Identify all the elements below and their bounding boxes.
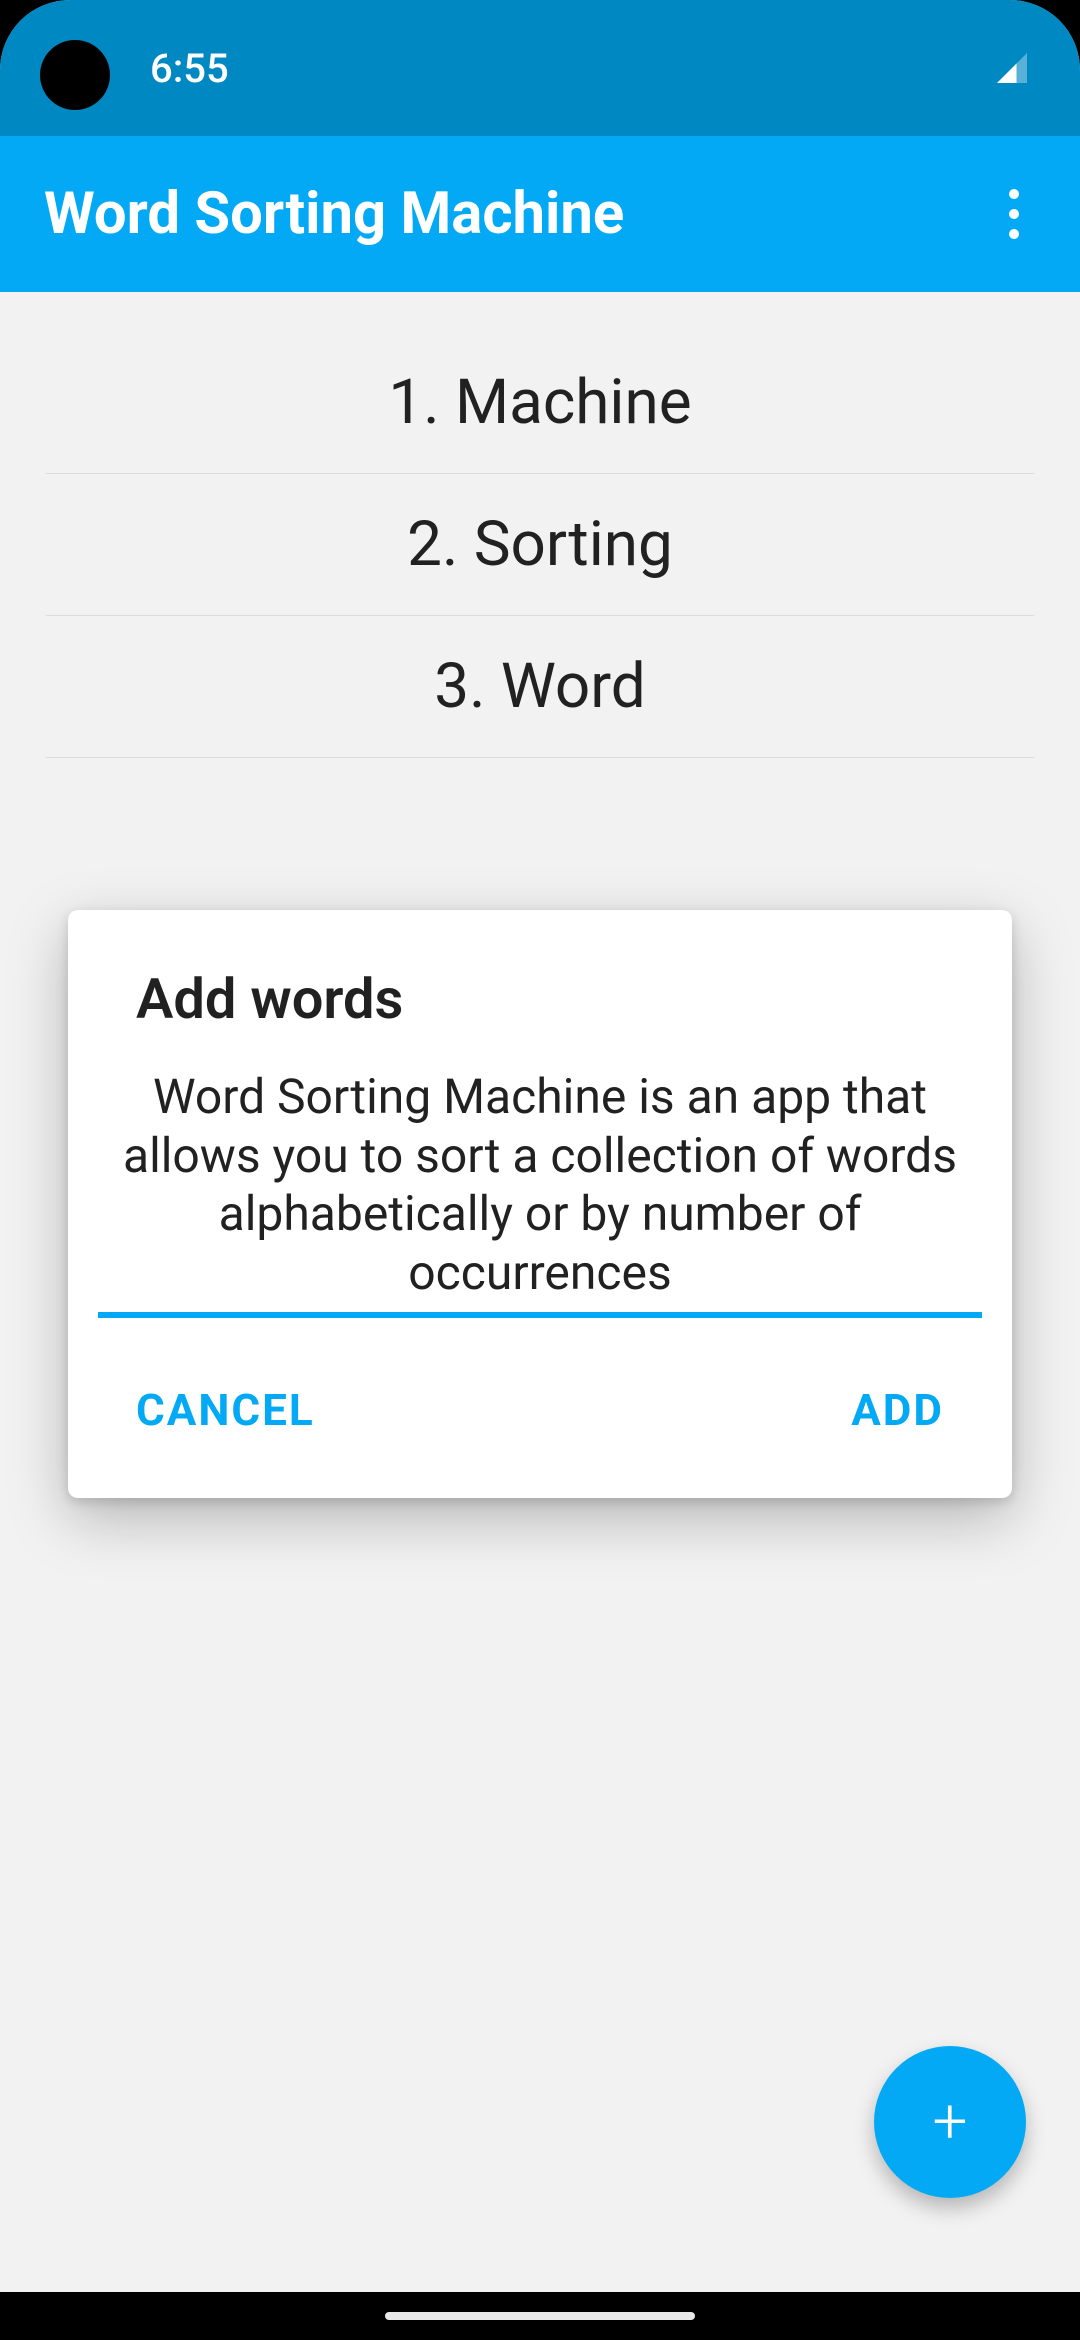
- dialog-actions: CANCEL ADD: [68, 1322, 1012, 1470]
- add-words-dialog: Add words CANCEL ADD: [68, 910, 1012, 1498]
- add-fab[interactable]: +: [874, 2046, 1026, 2198]
- home-handle[interactable]: [385, 2312, 695, 2320]
- navigation-bar: [0, 2292, 1080, 2340]
- cancel-button[interactable]: CANCEL: [132, 1378, 319, 1442]
- dialog-overlay: Add words CANCEL ADD: [0, 0, 1080, 2292]
- add-words-input[interactable]: [98, 1058, 982, 1318]
- dialog-title: Add words: [68, 966, 1012, 1058]
- plus-icon: +: [932, 2091, 967, 2153]
- add-button[interactable]: ADD: [847, 1378, 948, 1442]
